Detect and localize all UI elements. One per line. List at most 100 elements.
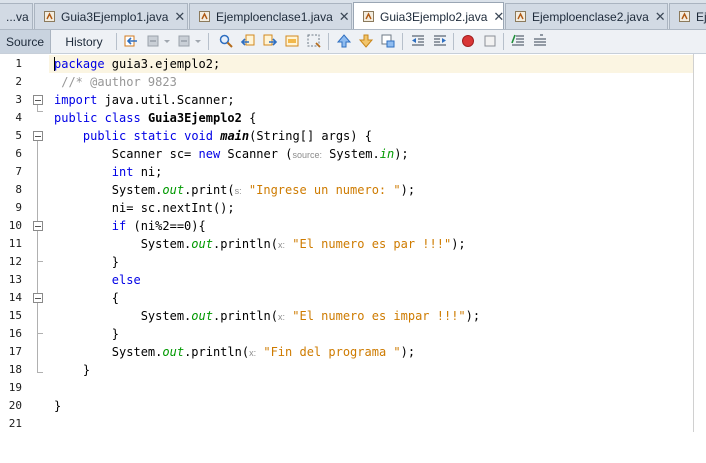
fold-toggle-icon[interactable] [33,293,43,303]
code-token: (ni%2==0){ [126,219,206,233]
code-token: (String[] args) { [249,129,372,143]
tab-label: ...va [6,9,29,24]
shift-line-up-icon[interactable] [336,33,352,49]
chevron-down-icon[interactable] [194,33,202,49]
shift-line-down-icon[interactable] [358,33,374,49]
history-view-button[interactable]: History [56,30,112,53]
code-token: else [111,273,141,287]
editor-tab-bar: ...va Guia3Ejemplo1.java ✕ Ejemploenclas… [0,0,706,30]
close-icon[interactable]: ✕ [655,9,666,25]
line-number: 2 [15,75,22,88]
java-file-icon [679,11,690,22]
stop-macro-recording-icon[interactable] [482,33,498,49]
line-number: 5 [15,129,22,142]
code-token: Guia3Ejemplo2 [147,111,242,125]
back-icon[interactable] [145,33,161,49]
tab-overflow-right[interactable]: Eje [669,3,706,29]
editor-toolbar: Source History [0,30,706,54]
code-token: out [191,237,213,251]
comment-icon[interactable] [510,33,526,49]
java-file-icon [199,11,210,22]
code-token: System. [54,237,192,251]
toolbar-separator [503,33,504,50]
code-token: //* @author 9823 [54,75,177,89]
code-token: "El numero es impar !!!" [292,309,466,323]
shift-left-icon[interactable] [410,33,426,49]
code-token: ); [465,309,481,323]
fold-guide [37,303,38,333]
code-token: System. [54,183,163,197]
line-number: 18 [8,363,22,376]
find-next-icon[interactable] [262,33,278,49]
code-token: new [198,147,221,161]
forward-icon[interactable] [176,33,192,49]
line-number: 4 [15,111,22,124]
line-number: 21 [8,417,22,430]
tab-label: Guia3Ejemplo1.java [61,9,169,24]
code-token: ni= sc.nextInt(); [54,201,235,215]
line-number: 13 [8,273,22,286]
find-selection-icon[interactable] [284,33,300,49]
code-line: System.out.println(x: "El numero es impa… [54,307,480,326]
text-caret [54,57,55,71]
fold-toggle-icon[interactable] [33,131,43,141]
code-token: ); [394,147,409,161]
code-token: } [54,363,91,377]
code-token: public [82,129,127,143]
code-token: Scanner sc= [54,147,199,161]
line-number: 15 [8,309,22,322]
code-line: ni= sc.nextInt(); [54,199,235,217]
uncomment-icon[interactable] [532,33,548,49]
start-macro-recording-icon[interactable] [460,33,476,49]
source-view-button[interactable]: Source [0,30,51,53]
tab-overflow-left[interactable]: ...va [0,3,33,29]
code-line: } [54,361,90,379]
find-previous-icon[interactable] [240,33,256,49]
toggle-highlight-icon[interactable] [306,33,322,49]
tab-ejemploenclase1[interactable]: Ejemploenclase1.java ✕ [189,3,352,29]
tab-ejemploenclase2[interactable]: Ejemploenclase2.java ✕ [505,3,668,29]
chevron-down-icon[interactable] [163,33,171,49]
tab-guia3ejemplo2[interactable]: Guia3Ejemplo2.java ✕ [353,2,504,29]
code-line: { [54,289,119,307]
fold-guide [37,333,43,334]
code-editor[interactable]: package guia3.ejemplo2; //* @author 9823… [49,54,694,434]
find-icon[interactable] [218,33,234,49]
code-token: } [54,327,120,341]
right-margin-guide [693,54,694,432]
code-token: } [54,399,62,413]
toolbar-separator [116,33,117,50]
code-token: .print( [184,183,235,197]
close-icon[interactable]: ✕ [339,9,350,25]
last-edit-icon[interactable] [123,33,139,49]
fold-toggle-icon[interactable] [33,95,43,105]
code-line: else [54,271,141,289]
code-token: static [133,129,177,143]
shift-right-icon[interactable] [432,33,448,49]
parameter-hint: source: [292,150,322,160]
close-icon[interactable]: ✕ [174,9,185,25]
code-token: "El numero es par !!!" [292,237,452,251]
code-token: .println( [212,309,278,323]
code-token: ); [451,237,466,251]
tab-guia3ejemplo1[interactable]: Guia3Ejemplo1.java ✕ [34,3,188,29]
tab-label: Eje [696,9,706,24]
close-icon[interactable]: ✕ [493,9,504,25]
toggle-bookmark-icon[interactable] [380,33,396,49]
code-token: ni; [133,165,163,179]
fold-toggle-icon[interactable] [33,221,43,231]
line-number: 12 [8,255,22,268]
line-number: 17 [8,345,22,358]
code-token: out [162,345,185,359]
code-line: package guia3.ejemplo2; [54,55,220,73]
code-token: void [184,129,213,143]
code-token: { [241,111,257,125]
toolbar-separator [402,33,403,50]
code-token: System. [54,345,163,359]
code-token: ); [400,345,416,359]
code-token: if [111,219,127,233]
